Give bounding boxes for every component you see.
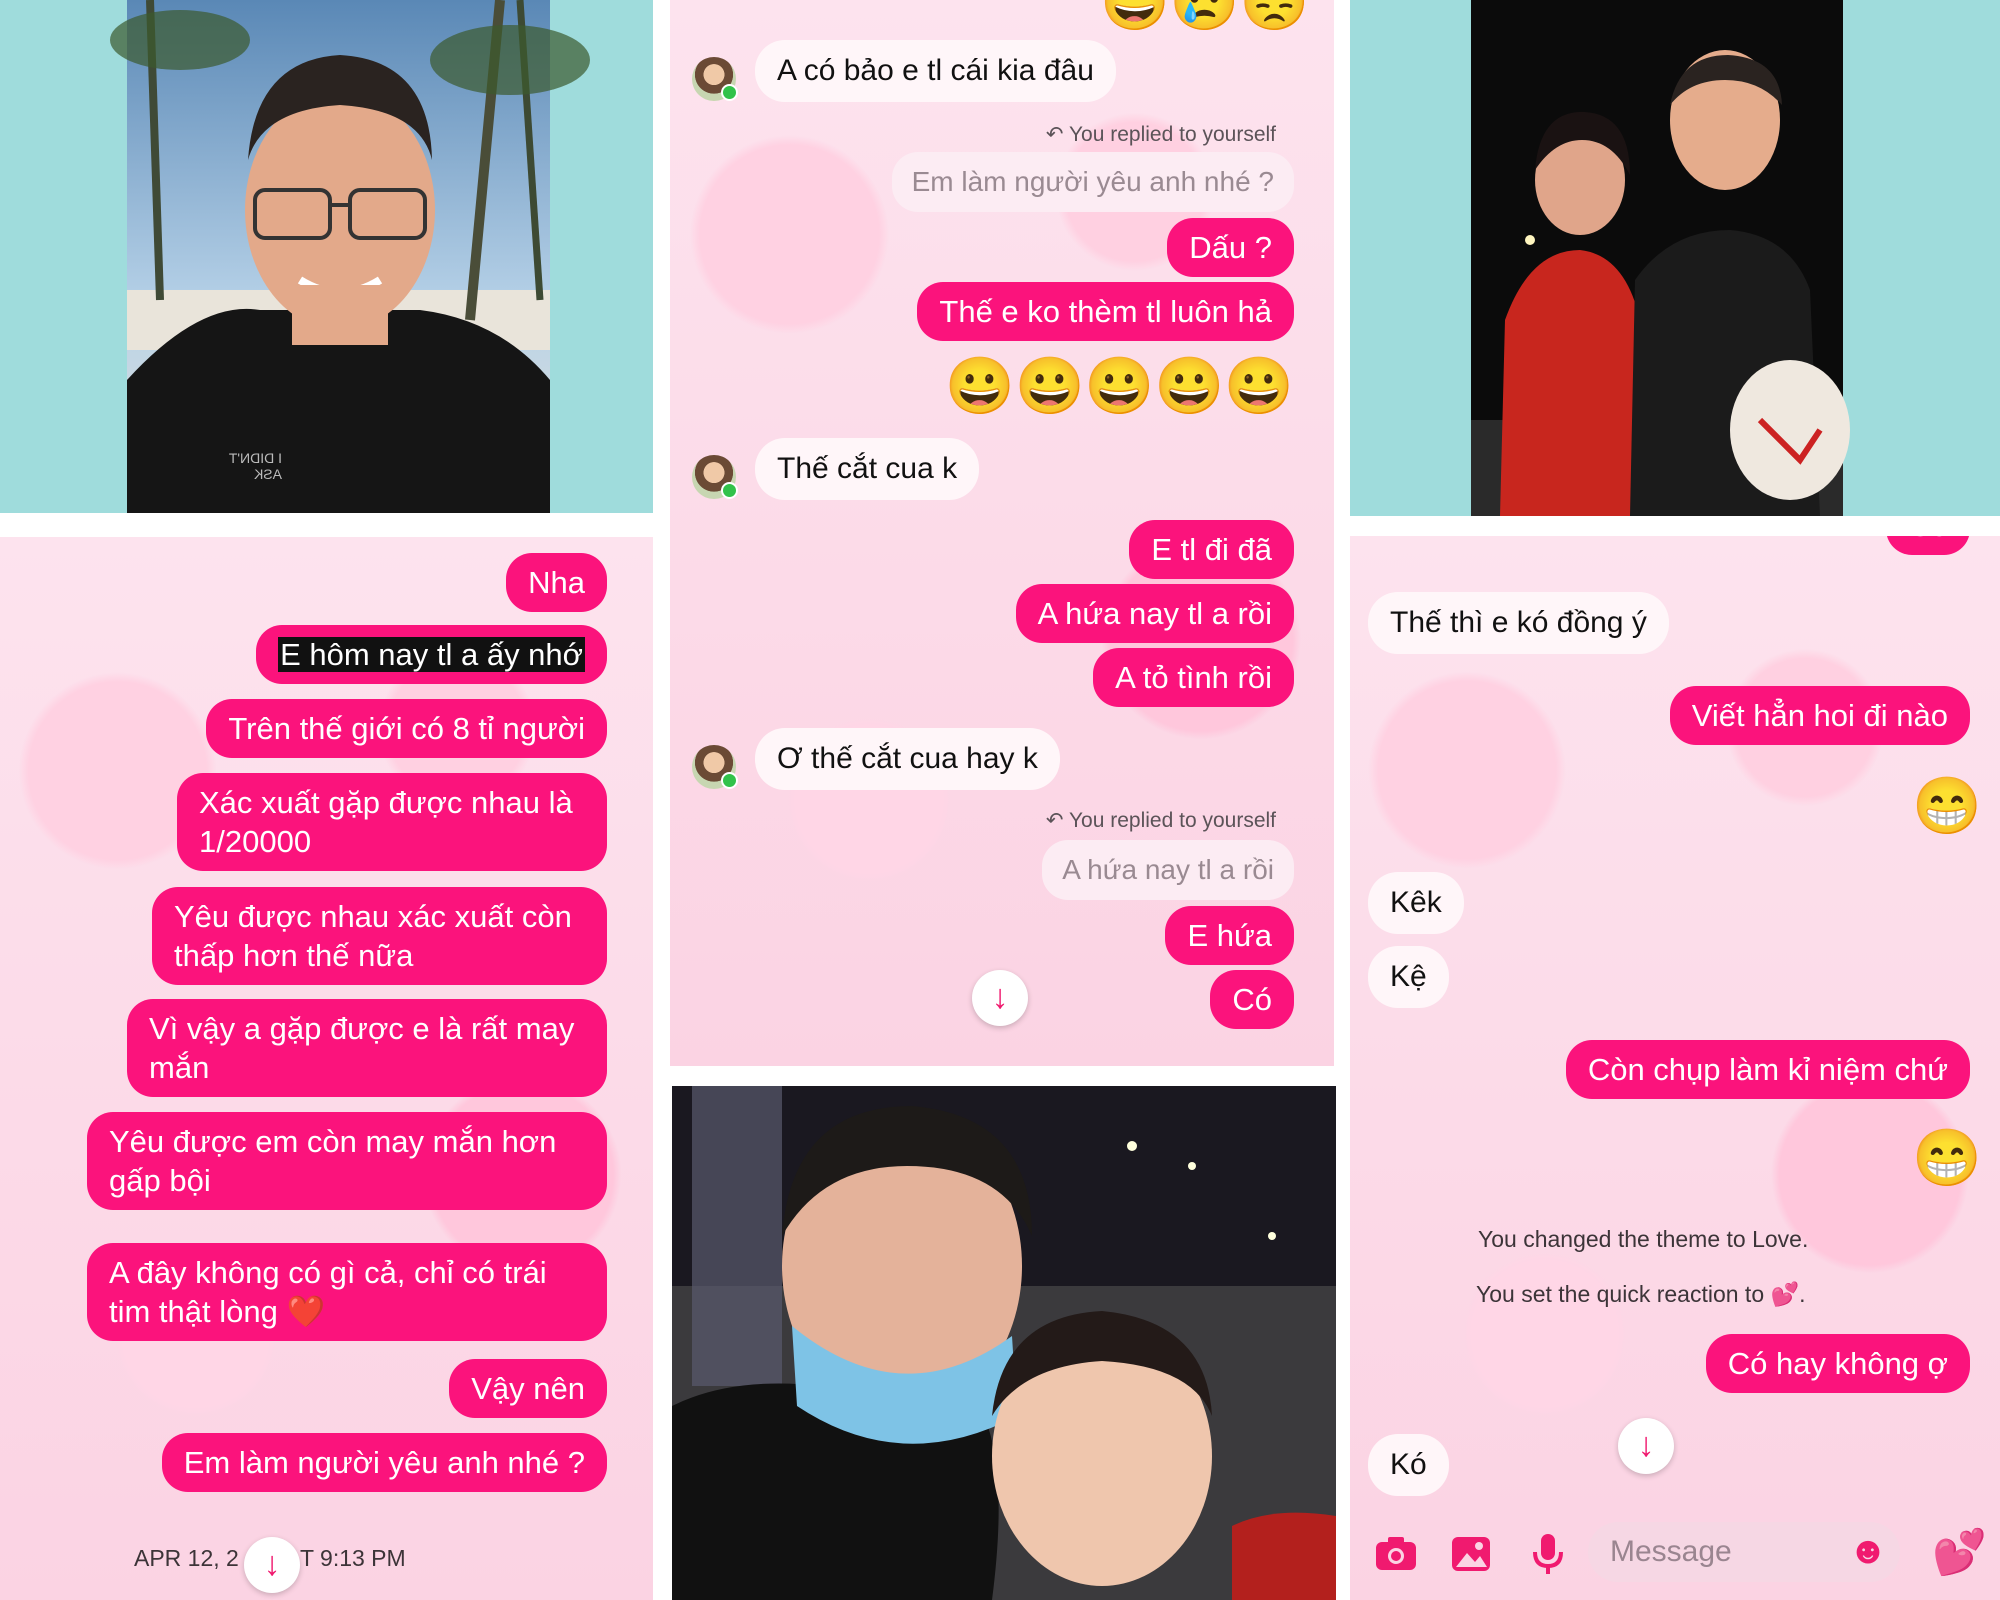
- photo-selfie-couple-panel: [672, 1086, 1336, 1600]
- system-message-theme: You changed the theme to Love.: [1478, 1226, 1809, 1252]
- microphone-icon[interactable]: [1530, 1532, 1566, 1576]
- incoming-message[interactable]: Kệ: [1368, 946, 1449, 1008]
- emoji-row: 😀😀😀😀😀: [945, 354, 1294, 417]
- chat-panel-right[interactable]: Có Thế thì e kó đồng ý Viết hẳn hoi đi n…: [1350, 536, 2000, 1600]
- arrow-down-icon: ↓: [1637, 1426, 1655, 1464]
- message-bubble[interactable]: Em làm người yêu anh nhé ?: [161, 1433, 607, 1492]
- emoji-row-top: 😅😢😓: [1100, 0, 1310, 33]
- gallery-icon[interactable]: [1450, 1534, 1492, 1574]
- reply-icon: ↶: [1045, 123, 1069, 146]
- quick-reaction-button[interactable]: 💕: [1932, 1526, 1987, 1578]
- scroll-down-button[interactable]: ↓: [972, 970, 1028, 1026]
- incoming-message[interactable]: Thế thì e kó đồng ý: [1368, 592, 1669, 654]
- message-bubble[interactable]: Xác xuất gặp được nhau là 1/20000: [177, 773, 607, 871]
- reply-note-text: You replied to yourself: [1068, 123, 1276, 146]
- emoji-picker-icon[interactable]: ☻: [1848, 1530, 1888, 1573]
- online-dot: [721, 772, 738, 789]
- outgoing-message[interactable]: E hứa: [1165, 906, 1294, 965]
- arrow-down-icon: ↓: [991, 978, 1009, 1016]
- outgoing-message[interactable]: Viết hẳn hoi đi nào: [1669, 686, 1970, 745]
- incoming-message[interactable]: Thế cắt cua k: [755, 438, 980, 500]
- contact-avatar[interactable]: [692, 455, 738, 499]
- quoted-message[interactable]: A hứa nay tl a rồi: [1042, 840, 1294, 900]
- composer-bar: Message ☻ 💕: [1350, 1504, 2000, 1600]
- system-message-reaction: You set the quick reaction to 💕.: [1476, 1281, 1806, 1307]
- scroll-down-button[interactable]: ↓: [244, 1537, 300, 1593]
- shirt-print: I DIDN'T ASK: [229, 450, 282, 482]
- message-bubble[interactable]: Trên thế giới có 8 tỉ người: [206, 699, 607, 758]
- message-input-placeholder: Message: [1610, 1535, 1732, 1568]
- contact-avatar[interactable]: [692, 57, 738, 101]
- incoming-message[interactable]: Kêk: [1368, 872, 1464, 934]
- outgoing-message[interactable]: Có: [1886, 536, 1970, 555]
- outgoing-message[interactable]: E tl đi đã: [1129, 520, 1294, 579]
- message-bubble[interactable]: E hôm nay tl a ấy nhớ: [256, 625, 607, 684]
- reply-note-text: You replied to yourself: [1068, 809, 1276, 832]
- timestamp-left: APR 12, 2: [134, 1545, 239, 1571]
- outgoing-message[interactable]: Dấu ?: [1167, 218, 1294, 277]
- message-text: A đây không có gì cả, chỉ có trái tim th…: [109, 1255, 547, 1329]
- grin-emoji: 😁: [1912, 774, 1982, 837]
- arrow-down-icon: ↓: [263, 1545, 281, 1583]
- photo-couple-panel: [1350, 0, 2000, 516]
- message-bubble[interactable]: Vì vậy a gặp được e là rất may mắn: [127, 999, 607, 1097]
- message-bubble[interactable]: Yêu được em còn may mắn hơn gấp bội: [87, 1112, 607, 1210]
- message-bubble[interactable]: A đây không có gì cả, chỉ có trái tim th…: [87, 1243, 607, 1341]
- scroll-down-button[interactable]: ↓: [1618, 1418, 1674, 1474]
- grin-emoji: 😁: [1912, 1126, 1982, 1189]
- message-bubble[interactable]: Nha: [506, 553, 607, 612]
- selfie-photo: [110, 0, 590, 513]
- couple-selfie-photo: [672, 1086, 1336, 1600]
- photo-selfie-panel: I DIDN'T ASK: [0, 0, 653, 513]
- incoming-message[interactable]: Ơ thế cắt cua hay k: [755, 728, 1060, 790]
- outgoing-message[interactable]: A hứa nay tl a rồi: [1015, 584, 1294, 643]
- incoming-message[interactable]: Kó: [1368, 1434, 1449, 1496]
- reply-note: ↶ You replied to yourself: [1046, 808, 1276, 833]
- message-text-highlighted: E hôm nay tl a ấy nhớ: [278, 637, 585, 672]
- reply-note: ↶ You replied to yourself: [1046, 122, 1276, 147]
- message-input[interactable]: Message ☻: [1588, 1522, 1900, 1582]
- heart-emoji: ❤️: [286, 1294, 326, 1329]
- online-dot: [721, 482, 738, 499]
- outgoing-message[interactable]: Có: [1210, 970, 1294, 1029]
- message-bubble[interactable]: Yêu được nhau xác xuất còn thấp hơn thế …: [152, 887, 607, 985]
- outgoing-message[interactable]: Còn chụp làm kỉ niệm chứ: [1565, 1040, 1970, 1099]
- camera-icon[interactable]: [1374, 1534, 1418, 1574]
- contact-avatar[interactable]: [692, 745, 738, 789]
- timestamp-right: T 9:13 PM: [300, 1545, 406, 1571]
- outgoing-message[interactable]: Có hay không ợ: [1705, 1334, 1970, 1393]
- chat-panel-left[interactable]: Nha E hôm nay tl a ấy nhớ Trên thế giới …: [0, 537, 653, 1600]
- incoming-message[interactable]: A có bảo e tl cái kia đâu: [755, 40, 1116, 102]
- quoted-message[interactable]: Em làm người yêu anh nhé ?: [891, 152, 1294, 212]
- outgoing-message[interactable]: A tỏ tình rồi: [1093, 648, 1294, 707]
- chat-panel-middle[interactable]: 😅😢😓 A có bảo e tl cái kia đâu ↶ You repl…: [670, 0, 1334, 1066]
- outgoing-message[interactable]: Thế e ko thèm tl luôn hả: [917, 282, 1294, 341]
- couple-photo: [1471, 0, 1850, 516]
- online-dot: [721, 84, 738, 101]
- reply-icon: ↶: [1045, 809, 1069, 832]
- message-bubble[interactable]: Vậy nên: [449, 1359, 607, 1418]
